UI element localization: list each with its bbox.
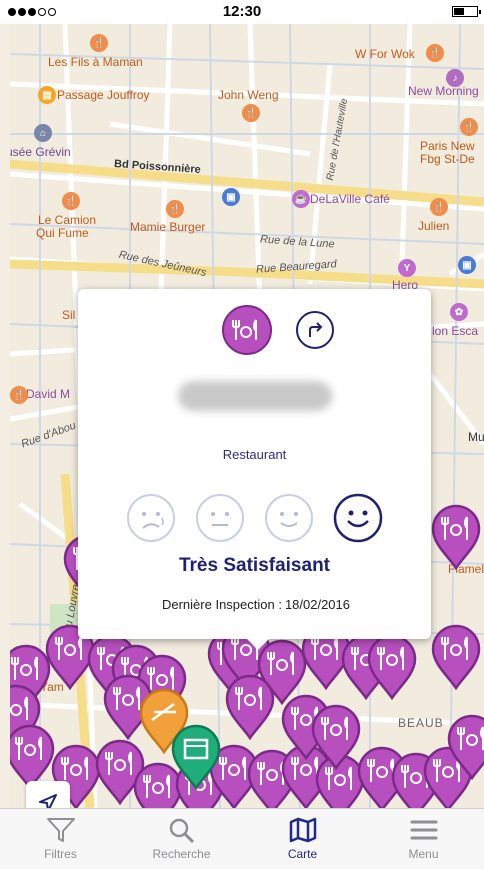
restaurant-poi-icon[interactable]: 🍴 <box>166 200 184 218</box>
unsatisfied-face-icon <box>196 494 244 542</box>
directions-button[interactable] <box>296 311 334 349</box>
map-label: David M <box>26 387 71 401</box>
map-label: John Weng <box>218 88 279 102</box>
map-label: W For Wok <box>355 47 415 61</box>
location-arrow-icon <box>39 794 57 808</box>
map-label: DeLaVille Café <box>310 192 390 206</box>
very-unsatisfied-face-icon <box>127 494 175 542</box>
establishment-type: Restaurant <box>222 447 287 462</box>
restaurant-pin[interactable] <box>430 624 482 691</box>
inspection-label: Dernière Inspection : <box>161 597 282 612</box>
map-label: Mu <box>468 430 484 444</box>
map-label: lon Esca <box>432 324 479 338</box>
menu-icon <box>410 820 437 840</box>
shopping-poi-icon[interactable]: ▤ <box>38 86 56 104</box>
entertainment-poi-icon[interactable]: ✿ <box>450 303 468 321</box>
tab-label: Filtres <box>44 847 77 861</box>
tab-carte[interactable]: Carte <box>242 809 363 869</box>
cafe-poi-icon[interactable]: ☕ <box>292 190 310 208</box>
status-time: 12:30 <box>222 3 262 20</box>
map-label: Paris New <box>420 139 475 153</box>
rating-label: Très Satisfaisant <box>178 555 331 576</box>
bus-stop-icon[interactable]: ▣ <box>222 188 240 206</box>
map-label: BEAUB <box>398 716 444 730</box>
bar-poi-icon[interactable]: Y <box>398 259 416 277</box>
battery-icon <box>452 6 481 17</box>
inspection-date: 18/02/2016 <box>284 597 351 612</box>
locate-me-button[interactable] <box>26 781 70 808</box>
very-satisfied-face-icon <box>333 493 383 543</box>
map-label: Les Fils à Maman <box>48 55 143 69</box>
establishment-popup[interactable]: Restaurant Très Satisfaisant Dernière In… <box>78 289 431 650</box>
music-poi-icon[interactable]: ♪ <box>446 69 464 87</box>
rating-faces <box>78 493 431 543</box>
restaurant-poi-icon[interactable]: 🍴 <box>10 386 28 404</box>
shop-pin[interactable] <box>170 724 222 791</box>
restaurant-poi-icon[interactable]: 🍴 <box>90 34 108 52</box>
map-label: Qui Fume <box>36 226 89 240</box>
establishment-name-blurred <box>178 381 332 411</box>
search-icon <box>169 818 194 843</box>
map-label: Julien <box>418 219 450 233</box>
map-label: New Morning <box>408 84 479 98</box>
map-label: Mamie Burger <box>130 220 206 234</box>
map-label: Sil <box>62 308 76 322</box>
restaurant-category-icon <box>222 305 272 355</box>
map-label: Passage Jouffroy <box>57 88 150 102</box>
tab-recherche[interactable]: Recherche <box>121 809 242 869</box>
satisfied-face-icon <box>265 494 313 542</box>
restaurant-pin[interactable] <box>224 674 276 741</box>
inspection-info: Dernière Inspection :18/02/2016 <box>78 597 431 612</box>
restaurant-pin[interactable] <box>430 504 482 571</box>
tab-menu[interactable]: Menu <box>363 809 484 869</box>
tab-filtres[interactable]: Filtres <box>0 809 121 869</box>
restaurant-poi-icon[interactable]: 🍴 <box>430 198 448 216</box>
restaurant-pin[interactable] <box>310 704 362 771</box>
map-label: Le Camion <box>38 213 97 227</box>
tab-label: Menu <box>408 847 439 861</box>
bus-stop-icon[interactable]: ▣ <box>458 256 476 274</box>
tab-bar: Filtres Recherche Carte Menu <box>0 808 484 869</box>
tab-label: Recherche <box>152 847 211 861</box>
directions-arrow-icon <box>309 322 323 337</box>
restaurant-poi-icon[interactable]: 🍴 <box>62 192 80 210</box>
map-icon <box>289 817 316 843</box>
map-label: Fbg St-De <box>420 152 475 166</box>
restaurant-pin[interactable] <box>366 634 418 701</box>
status-bar: 12:30 <box>0 0 484 24</box>
restaurant-pin[interactable] <box>446 714 484 781</box>
restaurant-poi-icon[interactable]: 🍴 <box>426 44 444 62</box>
restaurant-poi-icon[interactable]: 🍴 <box>460 118 478 136</box>
restaurant-poi-icon[interactable]: 🍴 <box>242 104 260 122</box>
tab-label: Carte <box>287 847 318 861</box>
map-label: usée Grévin <box>10 145 71 159</box>
filter-icon <box>46 818 75 842</box>
museum-poi-icon[interactable]: ⌂ <box>34 124 52 142</box>
